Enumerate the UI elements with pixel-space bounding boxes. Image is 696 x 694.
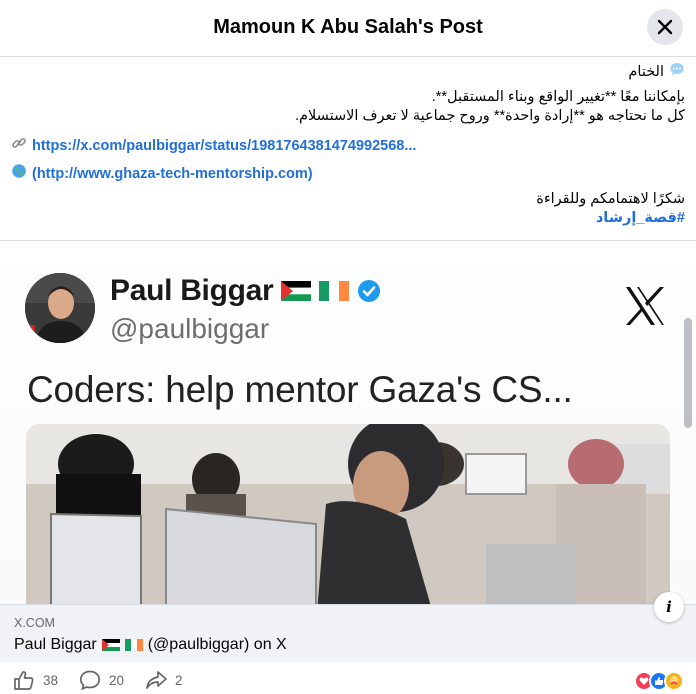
palestine-flag-icon <box>281 281 312 301</box>
ireland-flag-icon <box>124 639 143 651</box>
post-line-2: كل ما نحتاجه هو **إرادة واحدة** وروح جما… <box>295 108 685 124</box>
ireland-flag-icon <box>319 281 350 301</box>
post-text: الختام بإمكاننا معًا **تغيير الواقع وبنا… <box>0 57 696 239</box>
comment-button[interactable]: 20 <box>79 670 124 690</box>
share-count: 2 <box>175 672 183 688</box>
comment-count: 20 <box>109 672 125 688</box>
thanks-line: شكرًا لاهتمامكم وللقراءة <box>536 191 685 207</box>
link-title-author: Paul Biggar <box>14 636 97 653</box>
link-row-1: https://x.com/paulbiggar/status/19817643… <box>11 135 416 157</box>
like-count: 38 <box>43 672 59 688</box>
tweet-link[interactable]: https://x.com/paulbiggar/status/19817643… <box>32 137 416 156</box>
info-icon: i <box>666 598 672 616</box>
speech-bubble-icon <box>669 61 685 83</box>
tweet-author-name: Paul Biggar <box>110 274 381 308</box>
closing-heading: الختام <box>628 61 685 83</box>
action-bar: 38 20 2 <box>0 668 696 694</box>
link-preview-image[interactable]: Paul Biggar @paulbiggar Coders: help men… <box>0 241 696 604</box>
closing-label: الختام <box>628 63 664 80</box>
tweet-author-handle: @paulbiggar <box>110 313 270 344</box>
tweet-text: Coders: help mentor Gaza's CS... <box>27 369 573 410</box>
reaction-summary[interactable] <box>634 671 684 691</box>
like-button[interactable]: 38 <box>13 670 58 690</box>
avatar <box>25 273 95 343</box>
dialog-title: Mamoun K Abu Salah's Post <box>213 16 483 38</box>
link-preview-footer[interactable]: X.COM Paul Biggar (@paulbiggar) on X i <box>0 592 696 662</box>
tweet-photo <box>26 424 670 604</box>
tweet-screenshot: Paul Biggar @paulbiggar Coders: help men… <box>0 241 696 604</box>
scrollbar[interactable] <box>684 318 692 428</box>
post-dialog-header: Mamoun K Abu Salah's Post <box>0 0 696 57</box>
care-reaction-icon <box>664 671 684 691</box>
like-icon <box>14 671 34 690</box>
share-button[interactable]: 2 <box>145 670 183 690</box>
x-logo-icon <box>622 283 668 329</box>
hashtag-link[interactable]: #قصة_إرشاد <box>596 209 685 228</box>
verified-badge-icon <box>357 279 381 303</box>
close-button[interactable] <box>647 9 683 45</box>
link-title-rest: (@paulbiggar) on X <box>147 636 287 653</box>
link-icon <box>11 135 27 157</box>
link-row-2: (http://www.ghaza-tech-mentorship.com) <box>11 163 313 185</box>
comment-icon <box>79 670 101 690</box>
palestine-flag-icon <box>101 639 120 651</box>
link-title[interactable]: Paul Biggar (@paulbiggar) on X <box>14 636 287 654</box>
share-icon <box>146 671 167 689</box>
close-icon <box>657 19 673 35</box>
link-domain: X.COM <box>14 616 55 630</box>
info-button[interactable]: i <box>654 592 684 622</box>
post-line-1: بإمكاننا معًا **تغيير الواقع وبناء المست… <box>431 89 685 105</box>
mentorship-link[interactable]: (http://www.ghaza-tech-mentorship.com) <box>32 165 313 184</box>
globe-icon <box>11 163 27 185</box>
tweet-author-name-text: Paul Biggar <box>110 274 274 307</box>
